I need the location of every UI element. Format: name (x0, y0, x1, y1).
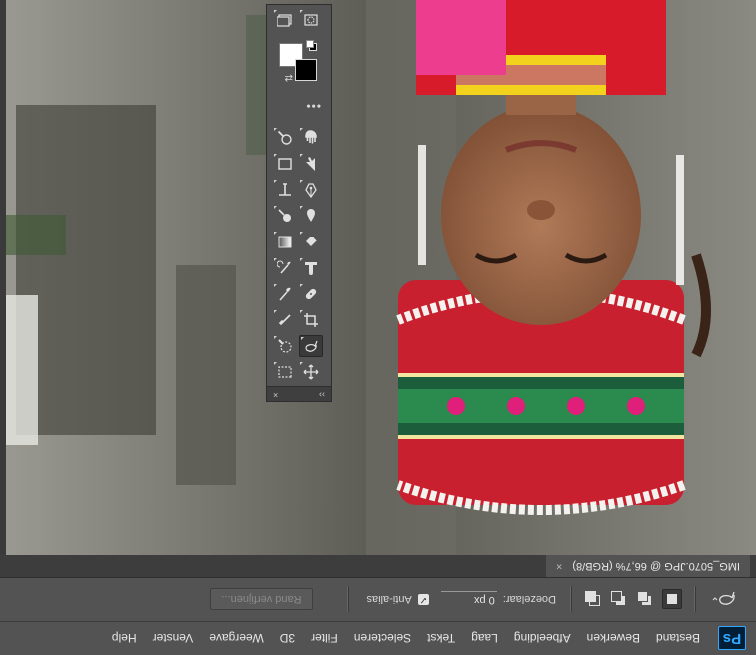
feather-input[interactable] (440, 591, 497, 608)
photo-image (0, 0, 756, 555)
spot-healing-icon (305, 288, 317, 300)
tool-move[interactable] (299, 361, 323, 383)
document-canvas[interactable]: ›› × ••• ⇄ (0, 0, 756, 555)
separator (694, 586, 696, 613)
clone-stamp-icon (305, 262, 317, 275)
history-brush-icon (277, 260, 291, 274)
intersect-selection-icon (585, 591, 600, 607)
quick-selection-icon (278, 339, 292, 353)
antialias-label: Anti-alias (366, 593, 412, 606)
tool-quick-mask[interactable] (299, 9, 323, 31)
gradient-icon (278, 236, 292, 248)
close-panel-icon[interactable]: × (273, 390, 278, 400)
tool-eyedropper[interactable] (273, 309, 297, 331)
rectangular-marquee-icon (278, 366, 292, 378)
tool-lasso[interactable] (299, 335, 323, 357)
add-selection-icon (637, 591, 652, 607)
tool-zoom[interactable] (273, 127, 297, 149)
tool-history-brush[interactable] (273, 257, 297, 279)
lasso-icon (712, 592, 735, 606)
tool-shape[interactable] (273, 153, 297, 175)
menu-layer[interactable]: Laag (463, 622, 506, 655)
tool-gradient[interactable] (273, 231, 297, 253)
separator (346, 586, 349, 613)
menu-edit[interactable]: Bewerken (579, 622, 648, 655)
menu-view[interactable]: Weergave (201, 622, 271, 655)
tool-pen[interactable] (299, 179, 323, 201)
menu-bar: Ps Bestand Bewerken Afbeelding Laag Teks… (0, 621, 756, 655)
hand-icon (305, 130, 317, 144)
blur-icon (307, 209, 315, 222)
swap-colors-icon[interactable]: ⇄ (285, 72, 293, 83)
tools-panel: ›› × ••• ⇄ (266, 4, 332, 402)
tool-eraser[interactable] (299, 231, 323, 253)
quick-mask-icon (304, 14, 318, 26)
screen-mode-icon (277, 14, 292, 27)
tools-panel-header[interactable]: ›› × (267, 386, 331, 401)
type-icon (279, 183, 291, 196)
path-selection-icon (306, 157, 315, 171)
subtract-from-selection-button[interactable] (610, 591, 628, 609)
dodge-icon (278, 209, 291, 222)
zoom-icon (277, 130, 292, 145)
document-title: IMG_5070.JPG @ 66,7% (RGB/8) (572, 560, 740, 572)
menu-window[interactable]: Venster (145, 622, 202, 655)
lasso-icon (305, 340, 318, 352)
document-tab-bar: IMG_5070.JPG @ 66,7% (RGB/8) × (0, 554, 756, 577)
menu-help[interactable]: Help (104, 622, 145, 655)
brush-icon (279, 287, 291, 301)
menu-type[interactable]: Tekst (419, 622, 463, 655)
new-selection-icon (667, 594, 677, 605)
tool-spot-healing[interactable] (299, 283, 323, 305)
menu-filter[interactable]: Filter (303, 622, 346, 655)
pen-icon (305, 183, 317, 198)
refine-edge-button[interactable]: Rand verfijnen... (210, 588, 313, 611)
subtract-selection-icon (611, 591, 626, 607)
rectangle-shape-icon (278, 158, 292, 170)
menu-3d[interactable]: 3D (272, 622, 303, 655)
tool-dodge[interactable] (273, 205, 297, 227)
tool-clone-stamp[interactable] (299, 257, 323, 279)
tool-path-selection[interactable] (299, 153, 323, 175)
edit-toolbar-button[interactable]: ••• (305, 99, 321, 113)
tool-blur[interactable] (299, 205, 323, 227)
add-to-selection-button[interactable] (636, 591, 654, 609)
eraser-icon (306, 236, 318, 246)
default-colors-icon[interactable] (306, 40, 317, 51)
intersect-selection-button[interactable] (584, 591, 602, 609)
tool-marquee[interactable] (273, 361, 297, 383)
tool-type[interactable] (273, 179, 297, 201)
tool-quick-selection[interactable] (273, 335, 297, 357)
document-tab[interactable]: IMG_5070.JPG @ 66,7% (RGB/8) × (545, 555, 750, 577)
move-icon (303, 364, 319, 380)
feather-label: Doezelaar: (502, 593, 556, 606)
close-tab-icon[interactable]: × (556, 560, 562, 572)
photoshop-logo: Ps (718, 626, 746, 651)
canvas-edge (0, 0, 6, 555)
tool-screen-mode[interactable] (273, 9, 297, 31)
eyedropper-icon (278, 314, 291, 326)
antialias-checkbox[interactable]: ✓ (417, 594, 429, 605)
tool-preset-picker[interactable] (704, 586, 744, 614)
tool-brush[interactable] (273, 283, 297, 305)
collapse-panel-icon[interactable]: ›› (319, 390, 325, 400)
menu-file[interactable]: Bestand (648, 622, 708, 655)
menu-image[interactable]: Afbeelding (506, 622, 579, 655)
photoshop-window: Ps Bestand Bewerken Afbeelding Laag Teks… (0, 0, 756, 655)
crop-icon (304, 313, 318, 327)
new-selection-button[interactable] (662, 589, 682, 610)
separator (570, 586, 572, 613)
tool-crop[interactable] (299, 309, 323, 331)
tool-hand[interactable] (299, 127, 323, 149)
options-bar: Doezelaar: ✓ Anti-alias Rand verfijnen..… (0, 577, 756, 621)
menu-select[interactable]: Selecteren (346, 622, 419, 655)
foreground-color-swatch[interactable] (295, 59, 317, 81)
